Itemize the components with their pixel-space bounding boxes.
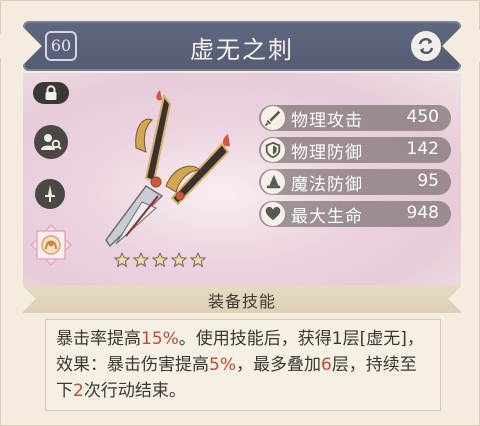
skill-text: 暴击率提高 [56, 329, 141, 349]
swap-button[interactable] [411, 31, 441, 61]
equipment-title: 虚无之刺 [190, 36, 294, 64]
stat-icon-badge [261, 106, 285, 130]
skill-highlight-value: 2 [73, 381, 84, 401]
skill-highlight-value: 5% [209, 355, 236, 375]
skill-highlight-value: 6 [320, 355, 332, 375]
sword-icon [264, 110, 281, 127]
stats-panel: 物理攻击 450 物理防御 142 魔法防御 95 最大生命 948 [259, 105, 451, 233]
heart-icon [265, 206, 281, 221]
stat-row: 物理防御 142 [259, 137, 451, 163]
skill-description: 暴击率提高15%。使用技能后，获得1层[虚无]，效果：暴击伤害提高5%，最多叠加… [45, 319, 441, 411]
skill-highlight-value: 15% [141, 329, 179, 349]
person-search-icon [41, 134, 62, 150]
wizard-hat-icon [266, 174, 281, 189]
weapon-type-badge [35, 179, 65, 209]
stat-value: 450 [406, 107, 439, 127]
stat-value: 95 [417, 171, 439, 191]
swap-arrows-icon [418, 37, 434, 55]
stat-label: 最大生命 [291, 206, 363, 227]
star-icon [190, 252, 206, 268]
stat-icon-badge [261, 202, 285, 226]
stat-label: 物理攻击 [291, 110, 363, 131]
skill-header: 装备技能 [23, 285, 461, 313]
shield-icon [265, 141, 281, 159]
class-emblem-icon [30, 224, 72, 266]
star-icon [133, 252, 149, 268]
header-bar: 60 虚无之刺 [23, 21, 461, 71]
star-icon [171, 252, 187, 268]
dagger-icon [45, 185, 55, 202]
stat-icon-badge [261, 138, 285, 162]
weapon-illustration [105, 90, 230, 248]
stat-value: 142 [406, 139, 439, 159]
class-emblem [29, 223, 73, 267]
stat-row: 魔法防御 95 [259, 169, 451, 195]
rarity-stars [114, 252, 206, 268]
skill-text: ，最多叠加 [235, 355, 321, 375]
lock-button[interactable] [33, 82, 69, 104]
equipment-card: 60 虚无之刺 物理攻击 450 物理防御 142 魔法防御 95 最大生命 9… [0, 0, 480, 426]
stat-label: 物理防御 [291, 142, 363, 163]
stat-row: 物理攻击 450 [259, 105, 451, 131]
lock-icon [45, 85, 57, 100]
stat-value: 948 [406, 203, 439, 223]
skill-text: 次行动结束。 [83, 381, 186, 401]
star-icon [114, 252, 130, 268]
skill-title: 装备技能 [207, 292, 276, 311]
stat-label: 魔法防御 [291, 174, 363, 195]
stat-row: 最大生命 948 [259, 201, 451, 227]
star-icon [152, 252, 168, 268]
stat-icon-badge [261, 170, 285, 194]
inspect-button[interactable] [34, 125, 68, 159]
